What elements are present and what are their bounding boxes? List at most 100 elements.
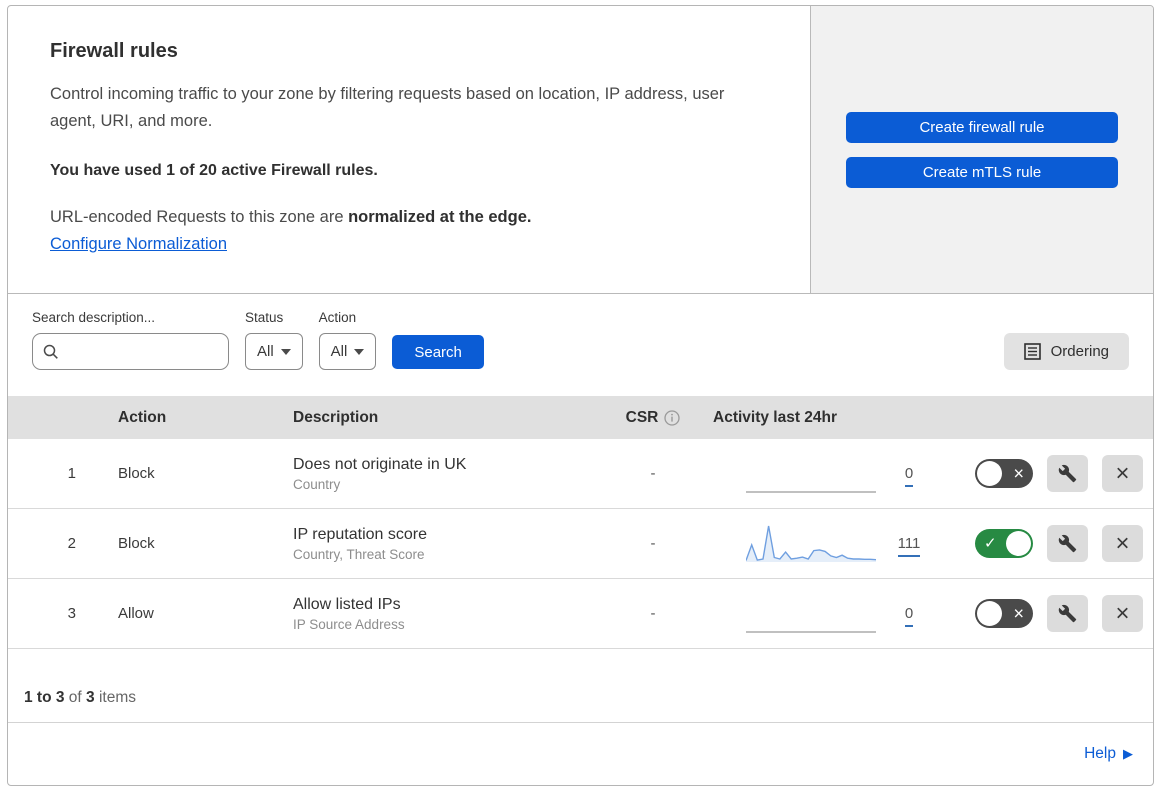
- arrow-right-icon: ▶: [1123, 746, 1133, 761]
- search-field[interactable]: [32, 333, 266, 370]
- activity-cell: [708, 592, 878, 636]
- header-section: Firewall rules Control incoming traffic …: [8, 6, 1153, 294]
- items-total: 3: [86, 689, 95, 706]
- rule-action: Block: [118, 535, 155, 552]
- status-dropdown[interactable]: All: [245, 333, 303, 370]
- table-row: 1 Block Does not originate in UK Country…: [8, 439, 1153, 509]
- rule-criteria: IP Source Address: [293, 616, 405, 632]
- col-action: Action: [118, 408, 167, 426]
- activity-count-link[interactable]: 0: [904, 605, 914, 627]
- search-input[interactable]: [67, 343, 266, 360]
- col-activity: Activity last 24hr: [713, 408, 838, 426]
- status-label: Status: [245, 310, 284, 325]
- rule-description-cell: Does not originate in UK Country: [273, 456, 598, 492]
- rule-controls: × ×: [940, 595, 1153, 632]
- rule-action: Allow: [118, 605, 154, 622]
- col-csr: CSR: [626, 409, 681, 427]
- help-link[interactable]: Help ▶: [1084, 745, 1133, 763]
- rule-description: Allow listed IPs: [293, 595, 401, 613]
- table-row: 2 Block IP reputation score Country, Thr…: [8, 509, 1153, 579]
- toggle-knob: [977, 461, 1002, 486]
- toggle-state-icon: ✓: [984, 534, 997, 552]
- rule-action: Block: [118, 465, 155, 482]
- close-icon: ×: [1115, 459, 1130, 487]
- toggle-state-icon: ×: [1013, 463, 1024, 484]
- search-group: Search description...: [32, 310, 266, 370]
- search-label: Search description...: [32, 310, 156, 325]
- wrench-icon: [1058, 534, 1077, 553]
- ordering-button-label: Ordering: [1050, 343, 1109, 360]
- firewall-rules-card: Firewall rules Control incoming traffic …: [7, 5, 1154, 786]
- activity-count-cell: 111: [897, 535, 921, 557]
- chevron-down-icon: [280, 348, 291, 355]
- usage-summary: You have used 1 of 20 active Firewall ru…: [50, 162, 378, 180]
- rule-description-cell: Allow listed IPs IP Source Address: [273, 596, 598, 632]
- help-bar: Help ▶: [8, 723, 1153, 785]
- actions-panel: Create firewall rule Create mTLS rule: [810, 6, 1153, 293]
- edit-rule-button[interactable]: [1047, 595, 1088, 632]
- action-dropdown[interactable]: All: [318, 333, 377, 370]
- table-header: Action Description CSR Activity last 24h…: [8, 396, 1153, 439]
- rule-description: Does not originate in UK: [293, 455, 467, 473]
- wrench-icon: [1058, 604, 1077, 623]
- ordering-list-icon: [1023, 343, 1041, 360]
- delete-rule-button[interactable]: ×: [1102, 525, 1143, 562]
- intro-panel: Firewall rules Control incoming traffic …: [8, 6, 810, 293]
- create-firewall-rule-button[interactable]: Create firewall rule: [846, 111, 1118, 143]
- activity-sparkline: [746, 490, 876, 493]
- edit-rule-button[interactable]: [1047, 455, 1088, 492]
- toggle-knob: [1006, 531, 1031, 556]
- rule-description: IP reputation score: [293, 525, 428, 543]
- search-icon: [43, 344, 59, 360]
- rule-criteria: Country: [293, 476, 341, 492]
- delete-rule-button[interactable]: ×: [1102, 595, 1143, 632]
- action-dropdown-value: All: [330, 343, 348, 360]
- pagination-summary: 1 to 3 of 3 items: [8, 649, 1153, 723]
- activity-count-cell: 0: [904, 465, 914, 487]
- status-dropdown-value: All: [257, 343, 274, 360]
- rule-controls: × ×: [940, 455, 1153, 492]
- col-csr-label: CSR: [625, 408, 659, 426]
- action-label: Action: [318, 310, 357, 325]
- configure-normalization-link[interactable]: Configure Normalization: [50, 235, 227, 254]
- page-title: Firewall rules: [50, 40, 178, 62]
- toggle-knob: [977, 601, 1002, 626]
- activity-cell: [708, 522, 878, 566]
- rule-toggle[interactable]: ×: [975, 599, 1033, 628]
- rule-csr: -: [650, 605, 656, 622]
- chevron-down-icon: [354, 348, 365, 355]
- normalization-bold: normalized at the edge.: [348, 208, 532, 227]
- close-icon: ×: [1115, 599, 1130, 627]
- page-description: Control incoming traffic to your zone by…: [50, 85, 725, 130]
- activity-count-cell: 0: [904, 605, 914, 627]
- rule-criteria: Country, Threat Score: [293, 546, 425, 562]
- items-text: items: [94, 689, 136, 706]
- items-range: 1 to 3: [24, 689, 65, 706]
- toggle-state-icon: ×: [1013, 603, 1024, 624]
- normalization-note: URL-encoded Requests to this zone are no…: [50, 208, 768, 227]
- activity-count-link[interactable]: 111: [897, 535, 921, 557]
- rule-priority: 1: [67, 465, 76, 482]
- rule-toggle[interactable]: ×: [975, 459, 1033, 488]
- rule-priority: 2: [67, 535, 76, 552]
- create-mtls-rule-button[interactable]: Create mTLS rule: [846, 156, 1118, 188]
- rule-priority: 3: [67, 605, 76, 622]
- rule-description-cell: IP reputation score Country, Threat Scor…: [273, 526, 598, 562]
- action-filter-group: Action All: [318, 310, 377, 370]
- col-description: Description: [293, 408, 379, 426]
- delete-rule-button[interactable]: ×: [1102, 455, 1143, 492]
- status-filter-group: Status All: [245, 310, 303, 370]
- help-link-label: Help: [1084, 745, 1116, 762]
- of-text: of: [64, 689, 87, 706]
- edit-rule-button[interactable]: [1047, 525, 1088, 562]
- rule-csr: -: [650, 465, 656, 482]
- rule-toggle[interactable]: ✓: [975, 529, 1033, 558]
- search-button[interactable]: Search: [392, 335, 484, 369]
- normalization-text: URL-encoded Requests to this zone are: [50, 208, 349, 227]
- activity-count-link[interactable]: 0: [904, 465, 914, 487]
- activity-cell: [708, 452, 878, 496]
- activity-sparkline: [746, 630, 876, 633]
- activity-sparkline: [746, 525, 876, 562]
- info-icon[interactable]: [664, 409, 681, 426]
- ordering-button[interactable]: Ordering: [1003, 333, 1129, 370]
